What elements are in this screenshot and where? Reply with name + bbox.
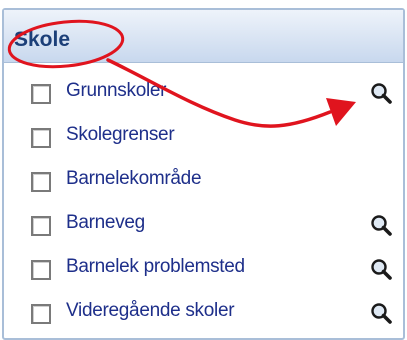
layer-panel: Skole Grunnskoler Skolegrenser Barneleko… [0,0,407,340]
list-item-grunnskoler: Grunnskoler [0,72,407,116]
list-item-barnelekomrade: Barnelekområde [0,160,407,204]
checkbox-skolegrenser[interactable] [31,128,51,148]
list-item-barnelek-problemsted: Barnelek problemsted [0,248,407,292]
magnifier-icon[interactable] [368,80,394,106]
magnifier-icon[interactable] [368,212,394,238]
magnifier-icon[interactable] [368,256,394,282]
checkbox-barnelek-problemsted[interactable] [31,260,51,280]
item-label[interactable]: Barnelek problemsted [66,256,245,278]
list-item-barneveg: Barneveg [0,204,407,248]
magnifier-icon[interactable] [368,300,394,326]
item-label[interactable]: Barnelekområde [66,168,202,190]
item-label[interactable]: Skolegrenser [66,124,175,146]
panel-title: Skole [14,28,71,51]
item-label[interactable]: Grunnskoler [66,80,167,102]
checkbox-barneveg[interactable] [31,216,51,236]
checkbox-videregaende-skoler[interactable] [31,304,51,324]
item-label[interactable]: Barneveg [66,212,145,234]
list-item-skolegrenser: Skolegrenser [0,116,407,160]
checkbox-barnelekomrade[interactable] [31,172,51,192]
item-label[interactable]: Videregående skoler [66,300,235,322]
checkbox-grunnskoler[interactable] [31,84,51,104]
list-item-videregaende-skoler: Videregående skoler [0,292,407,336]
